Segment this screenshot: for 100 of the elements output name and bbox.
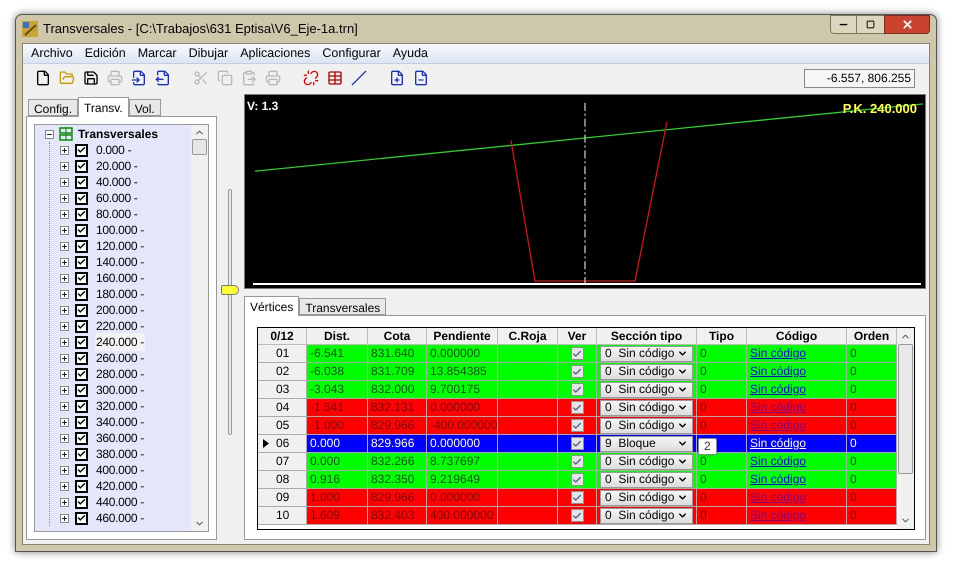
tree-checkbox[interactable] — [75, 160, 88, 172]
visible-checkbox[interactable] — [570, 473, 584, 486]
visible-checkbox[interactable] — [570, 383, 584, 396]
menu-item[interactable]: Ayuda — [386, 44, 434, 63]
tree-item[interactable]: 100.000 - — [95, 221, 146, 239]
tree-item[interactable]: 360.000 - — [95, 429, 146, 447]
section-type-dropdown[interactable]: 0 Sin código — [600, 454, 693, 470]
tree-checkbox[interactable] — [75, 272, 88, 284]
code-link[interactable]: Sin código — [750, 346, 806, 360]
tree-checkbox[interactable] — [75, 336, 88, 348]
tree-checkbox[interactable] — [75, 384, 88, 396]
column-header[interactable]: Tipo — [697, 328, 747, 345]
menu-item[interactable]: Marcar — [132, 44, 183, 63]
panel-tab[interactable]: Vol. — [128, 99, 161, 116]
section-type-dropdown[interactable]: 0 Sin código — [600, 364, 693, 380]
tree-item[interactable]: 220.000 - — [95, 317, 146, 335]
tree-checkbox[interactable] — [75, 288, 88, 300]
tree-item[interactable]: 400.000 - — [95, 461, 146, 479]
tree-item[interactable]: 240.000 - — [95, 333, 146, 351]
tree-item[interactable]: 40.000 - — [95, 173, 139, 191]
tree-checkbox[interactable] — [75, 320, 88, 332]
tree-item[interactable]: 420.000 - — [95, 477, 146, 495]
expand-button[interactable] — [60, 354, 69, 362]
tree-checkbox[interactable] — [75, 432, 88, 444]
section-type-dropdown[interactable]: 0 Sin código — [600, 472, 693, 488]
tree-checkbox[interactable] — [75, 144, 88, 156]
tree-checkbox[interactable] — [75, 208, 88, 220]
column-header[interactable]: Dist. — [307, 328, 368, 345]
expand-button[interactable] — [60, 274, 69, 282]
tree-checkbox[interactable] — [75, 400, 88, 412]
column-header[interactable]: Código — [747, 328, 847, 345]
tree-item[interactable]: 140.000 - — [95, 253, 146, 271]
visible-checkbox[interactable] — [570, 401, 584, 414]
code-link[interactable]: Sin código — [750, 364, 806, 378]
tree-root-label[interactable]: Transversales — [78, 125, 158, 143]
tree-checkbox[interactable] — [75, 352, 88, 364]
expand-button[interactable] — [60, 514, 69, 522]
expand-button[interactable] — [60, 226, 69, 234]
expand-button[interactable] — [60, 210, 69, 218]
menu-item[interactable]: Aplicaciones — [234, 44, 316, 63]
visible-checkbox[interactable] — [570, 491, 584, 504]
code-link[interactable]: Sin código — [750, 454, 806, 468]
table-row[interactable]: 03 -3.043 832.000 9.700175 0 Sin código 0 Sin código 0 — [258, 381, 897, 399]
coordinates-field[interactable]: -6.557, 806.255 — [804, 68, 915, 88]
table-row[interactable]: 04 -1.541 832.131 0.000000 0 Sin código 0 Sin código 0 — [258, 399, 897, 417]
table-row[interactable]: 05 -1.000 829.966 -400.000000 0 Sin código 0 Sin código 0 — [258, 417, 897, 435]
code-link[interactable]: Sin código — [750, 472, 806, 486]
tree-checkbox[interactable] — [75, 192, 88, 204]
column-header[interactable]: 0/12 — [258, 328, 307, 345]
tree-item[interactable]: 320.000 - — [95, 397, 146, 415]
code-link[interactable]: Sin código — [750, 436, 806, 450]
scroll-thumb[interactable] — [192, 139, 206, 155]
table-row[interactable]: 06 0.000 829.966 0.000000 9 Bloque 2 Sin código 0 — [258, 435, 897, 453]
table-row[interactable]: 07 0.000 832.266 8.737697 0 Sin código 0 Sin código 0 — [258, 453, 897, 471]
expand-button[interactable] — [60, 482, 69, 490]
visible-checkbox[interactable] — [570, 347, 584, 360]
tree-checkbox[interactable] — [75, 480, 88, 492]
tree-item[interactable]: 60.000 - — [95, 189, 139, 207]
close-button[interactable] — [884, 15, 930, 34]
grid-scrollbar[interactable] — [897, 328, 914, 529]
tree-checkbox[interactable] — [75, 240, 88, 252]
panel-tab[interactable]: Transv. — [78, 97, 129, 117]
minimize-button[interactable] — [830, 15, 857, 34]
tree-item[interactable]: 80.000 - — [95, 205, 139, 223]
code-link[interactable]: Sin código — [750, 382, 806, 396]
data-tab[interactable]: Vértices — [244, 296, 300, 316]
expand-button[interactable] — [60, 434, 69, 442]
tree-checkbox[interactable] — [75, 256, 88, 268]
tree-checkbox[interactable] — [75, 176, 88, 188]
tree-checkbox[interactable] — [75, 448, 88, 460]
table-row[interactable]: 01 -6.541 831.640 0.000000 0 Sin código 0 Sin código 0 — [258, 345, 897, 363]
tree-item[interactable]: 20.000 - — [95, 157, 139, 175]
toolbar-button[interactable] — [129, 68, 148, 88]
column-header[interactable]: Sección tipo — [597, 328, 697, 345]
toolbar-button[interactable] — [153, 68, 172, 88]
visible-checkbox[interactable] — [570, 455, 584, 468]
tree-item[interactable]: 300.000 - — [95, 381, 146, 399]
expand-button[interactable] — [60, 386, 69, 394]
collapse-button[interactable] — [45, 130, 54, 138]
tree-item[interactable]: 440.000 - — [95, 493, 146, 511]
tree-checkbox[interactable] — [75, 368, 88, 380]
tree-checkbox[interactable] — [75, 416, 88, 428]
expand-button[interactable] — [60, 178, 69, 186]
section-type-dropdown[interactable]: 0 Sin código — [600, 508, 693, 524]
table-row[interactable]: 10 1.609 832.403 400.000000 0 Sin código 0 Sin código 0 — [258, 507, 897, 525]
tree-item[interactable]: 120.000 - — [95, 237, 146, 255]
column-header[interactable]: C.Roja — [498, 328, 558, 345]
zoom-slider-thumb[interactable] — [221, 284, 240, 295]
expand-button[interactable] — [60, 450, 69, 458]
maximize-button[interactable] — [857, 15, 884, 34]
section-type-dropdown[interactable]: 0 Sin código — [600, 490, 693, 506]
tree-item[interactable]: 180.000 - — [95, 285, 146, 303]
expand-button[interactable] — [60, 338, 69, 346]
scroll-thumb[interactable] — [898, 344, 913, 474]
expand-button[interactable] — [60, 402, 69, 410]
tree-item[interactable]: 160.000 - — [95, 269, 146, 287]
visible-checkbox[interactable] — [570, 419, 584, 432]
toolbar-button[interactable] — [349, 68, 368, 88]
tree-checkbox[interactable] — [75, 464, 88, 476]
column-header[interactable]: Ver — [558, 328, 597, 345]
